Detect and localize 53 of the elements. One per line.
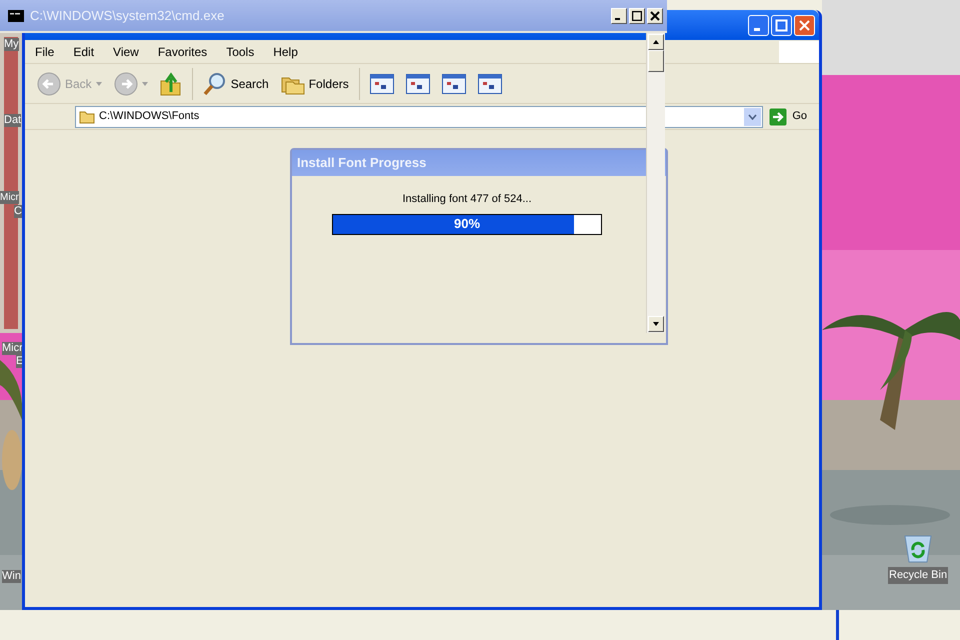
close-icon <box>798 18 811 32</box>
scroll-down-button[interactable] <box>648 316 664 332</box>
desktop-icon-label: C <box>14 205 22 218</box>
progress-reading: 90% <box>452 215 482 234</box>
scroll-up-button[interactable] <box>648 34 664 50</box>
dropdown-button[interactable] <box>744 108 762 126</box>
chevron-down-icon <box>748 114 758 120</box>
close-icon <box>650 10 660 20</box>
view-icon <box>370 74 394 94</box>
caret-icon <box>142 82 148 86</box>
view-icon <box>478 74 502 94</box>
go-button[interactable]: Go <box>769 108 807 126</box>
minimize-button[interactable] <box>611 8 627 24</box>
desktop-icon-label: Micr <box>0 191 19 204</box>
view-icon <box>406 74 430 94</box>
menu-item[interactable]: View <box>113 42 139 60</box>
search-button[interactable]: Search <box>200 72 271 96</box>
desktop-icon-label: Win <box>2 570 21 583</box>
arrow-right-icon <box>769 108 788 126</box>
brand-area <box>779 40 819 62</box>
desktop-icon-label: Micr <box>2 342 23 355</box>
window-edge <box>836 610 839 640</box>
maximize-button[interactable] <box>629 8 645 24</box>
folder-up-icon <box>160 72 182 96</box>
menu-item[interactable]: File <box>35 42 54 60</box>
recycle-bin-label: Recycle Bin <box>888 567 948 584</box>
scroll-thumb[interactable] <box>648 50 664 72</box>
menu-item[interactable]: Help <box>273 42 298 60</box>
menu-item[interactable]: Tools <box>226 42 254 60</box>
max-icon <box>632 10 642 20</box>
menu-item[interactable]: Edit <box>73 42 94 60</box>
max-icon <box>775 18 788 32</box>
console-icon <box>8 10 24 22</box>
scrollbar[interactable] <box>646 33 665 333</box>
desktop-icon-label: Dat <box>4 114 22 127</box>
view-button[interactable] <box>440 74 468 94</box>
menu-item[interactable]: Favorites <box>158 42 208 60</box>
address-text: C:\WINDOWS\Fonts <box>99 109 200 124</box>
view-button[interactable] <box>368 74 396 94</box>
magnifier-icon <box>202 72 227 96</box>
view-button[interactable] <box>404 74 432 94</box>
close-button[interactable] <box>647 8 663 24</box>
min-icon <box>754 28 760 30</box>
view-icon <box>442 74 466 94</box>
folder-icon <box>79 110 95 124</box>
desktop-icon-label: My <box>4 38 19 51</box>
status-message: Installing font 477 of 524... <box>402 192 532 207</box>
view-button[interactable] <box>476 74 504 94</box>
dialog-title: Install Font Progress <box>297 154 426 172</box>
caret-icon <box>96 82 102 86</box>
address-field[interactable]: C:\WINDOWS\Fonts <box>75 106 764 128</box>
window-title: C:\WINDOWS\system32\cmd.exe <box>30 6 226 25</box>
folders-button[interactable]: Folders <box>278 72 351 94</box>
